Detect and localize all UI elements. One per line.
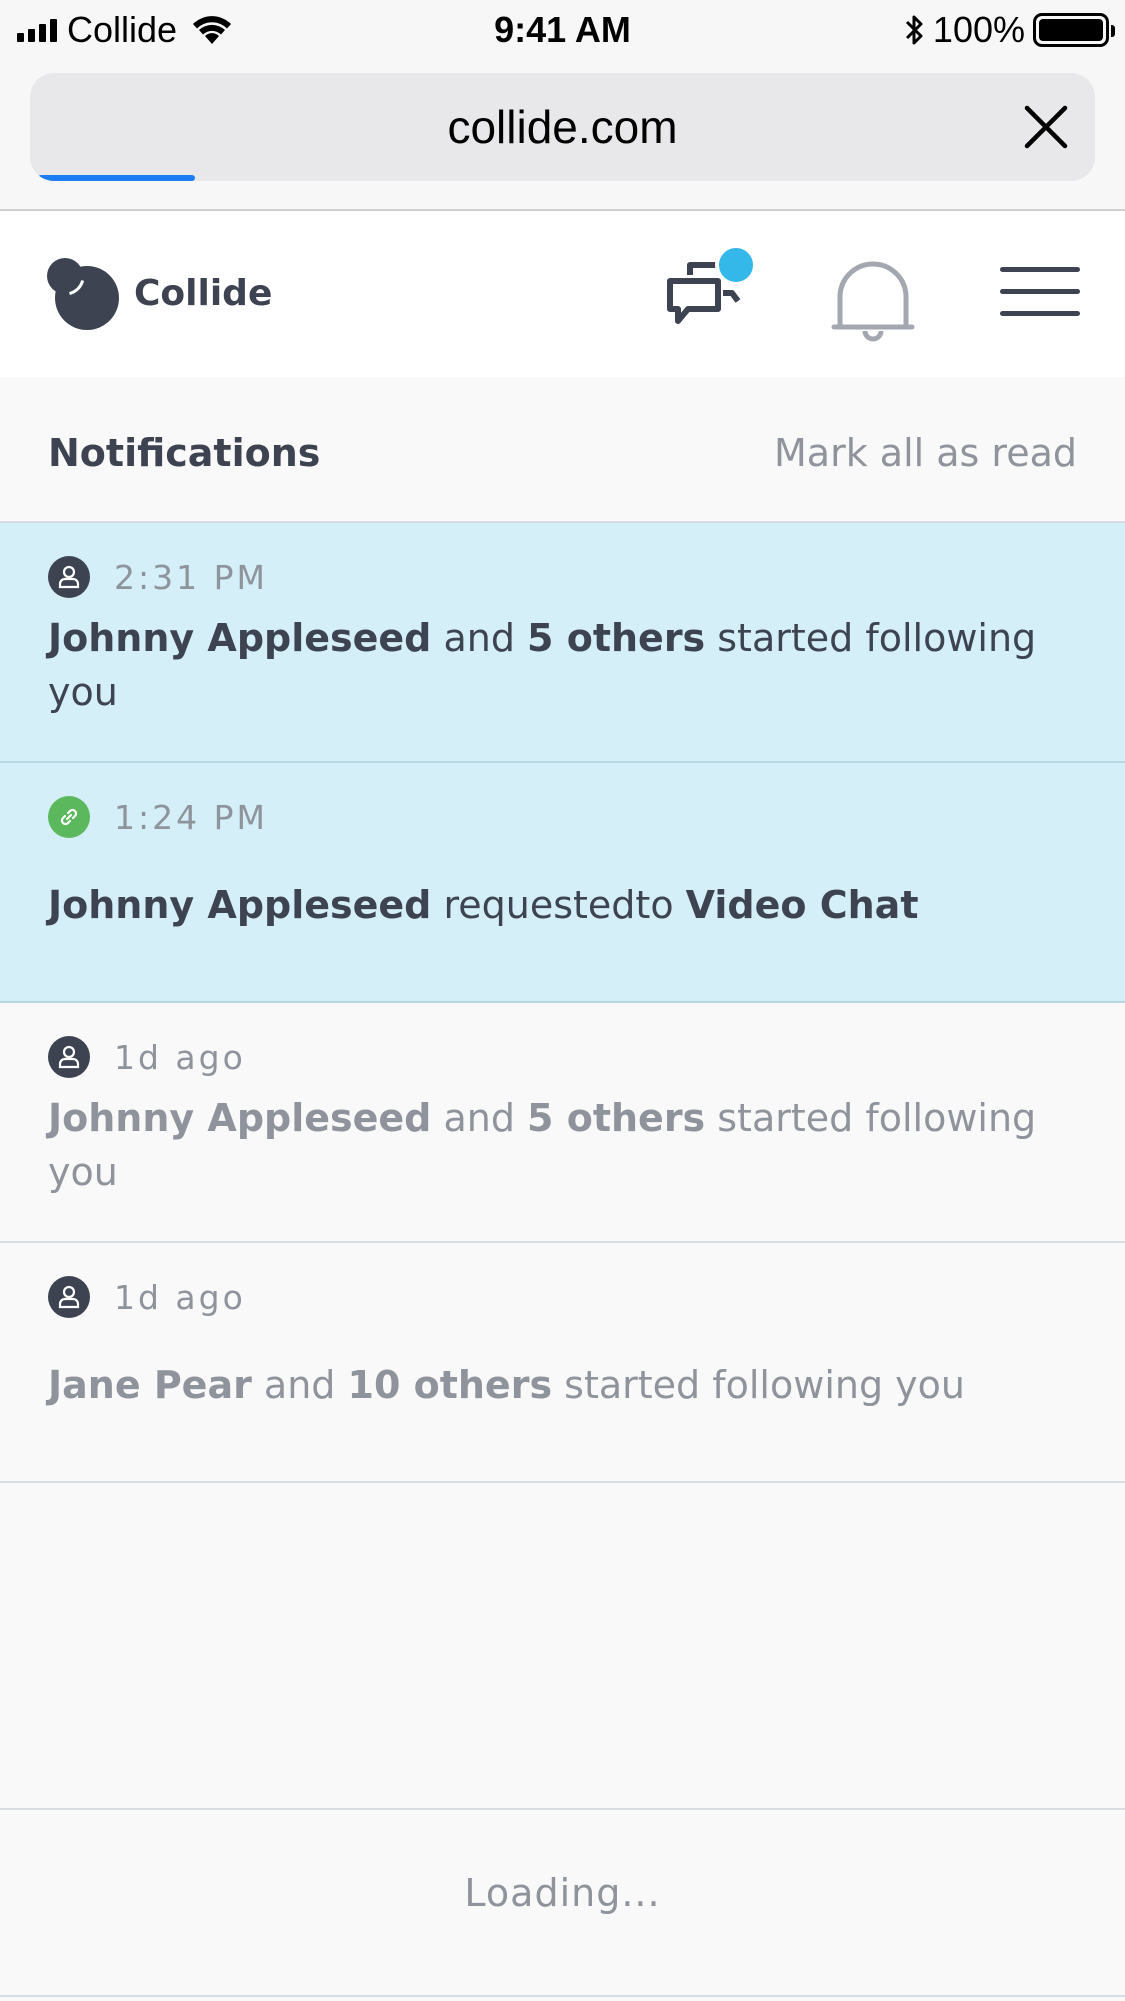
target-text[interactable]: 10 others [348,1363,553,1407]
notification-meta: 2:31 PM [48,555,268,599]
battery-icon [1033,13,1115,47]
notification-list: 2:31 PM Johnny Appleseed and 5 others st… [0,523,1125,1483]
loading-indicator: Loading... [464,1871,661,1915]
notification-text: Johnny Appleseed and 5 others started fo… [48,1096,1037,1194]
notification-text: Jane Pear and 10 others started followin… [48,1363,965,1407]
status-right: 100% [903,8,1115,52]
status-bar: Collide 9:41 AM 100% [0,0,1125,62]
brand-name[interactable]: Collide [134,211,272,377]
person-icon [48,556,90,598]
browser-toolbar: collide.com [0,62,1125,211]
address-bar[interactable]: collide.com [30,73,1095,181]
actor-name[interactable]: Johnny Appleseed [48,1096,431,1140]
notification-time: 2:31 PM [114,557,268,597]
notifications-header: Notifications Mark all as read [0,377,1125,523]
page-title: Notifications [48,431,321,475]
actor-name[interactable]: Johnny Appleseed [48,883,431,927]
notification-meta: 1d ago [48,1035,246,1079]
actor-name[interactable]: Johnny Appleseed [48,616,431,660]
collide-logo-icon[interactable] [47,258,119,330]
page-load-progress [38,175,196,181]
target-text[interactable]: 5 others [527,1096,705,1140]
target-text[interactable]: 5 others [527,616,705,660]
stop-loading-icon[interactable] [1019,100,1073,154]
hamburger-menu-icon[interactable] [1000,267,1082,327]
person-icon [48,1036,90,1078]
notification-item[interactable]: 2:31 PM Johnny Appleseed and 5 others st… [0,523,1125,763]
site-header: Collide [0,211,1125,377]
unread-badge [715,244,757,286]
bluetooth-icon [905,15,923,45]
notification-item[interactable]: 1d ago Johnny Appleseed and 5 others sta… [0,1003,1125,1243]
link-icon [48,796,90,838]
notification-meta: 1d ago [48,1275,246,1319]
mark-all-read-button[interactable]: Mark all as read [774,377,1077,529]
notification-meta: 1:24 PM [48,795,268,839]
notification-time: 1d ago [114,1037,246,1077]
notification-text: Johnny Appleseed requestedto Video Chat [48,883,919,927]
notification-time: 1d ago [114,1277,246,1317]
battery-percent: 100% [932,9,1025,50]
actor-name[interactable]: Jane Pear [48,1363,252,1407]
notification-item[interactable]: 1:24 PM Johnny Appleseed requestedto Vid… [0,763,1125,1003]
person-icon [48,1276,90,1318]
notification-text: Johnny Appleseed and 5 others started fo… [48,616,1037,714]
list-footer: Loading... [0,1808,1125,1997]
notification-item[interactable]: 1d ago Jane Pear and 10 others started f… [0,1243,1125,1483]
url-text[interactable]: collide.com [30,73,1095,181]
bell-icon[interactable] [828,255,918,345]
notification-time: 1:24 PM [114,797,268,837]
target-text[interactable]: Video Chat [686,883,919,927]
